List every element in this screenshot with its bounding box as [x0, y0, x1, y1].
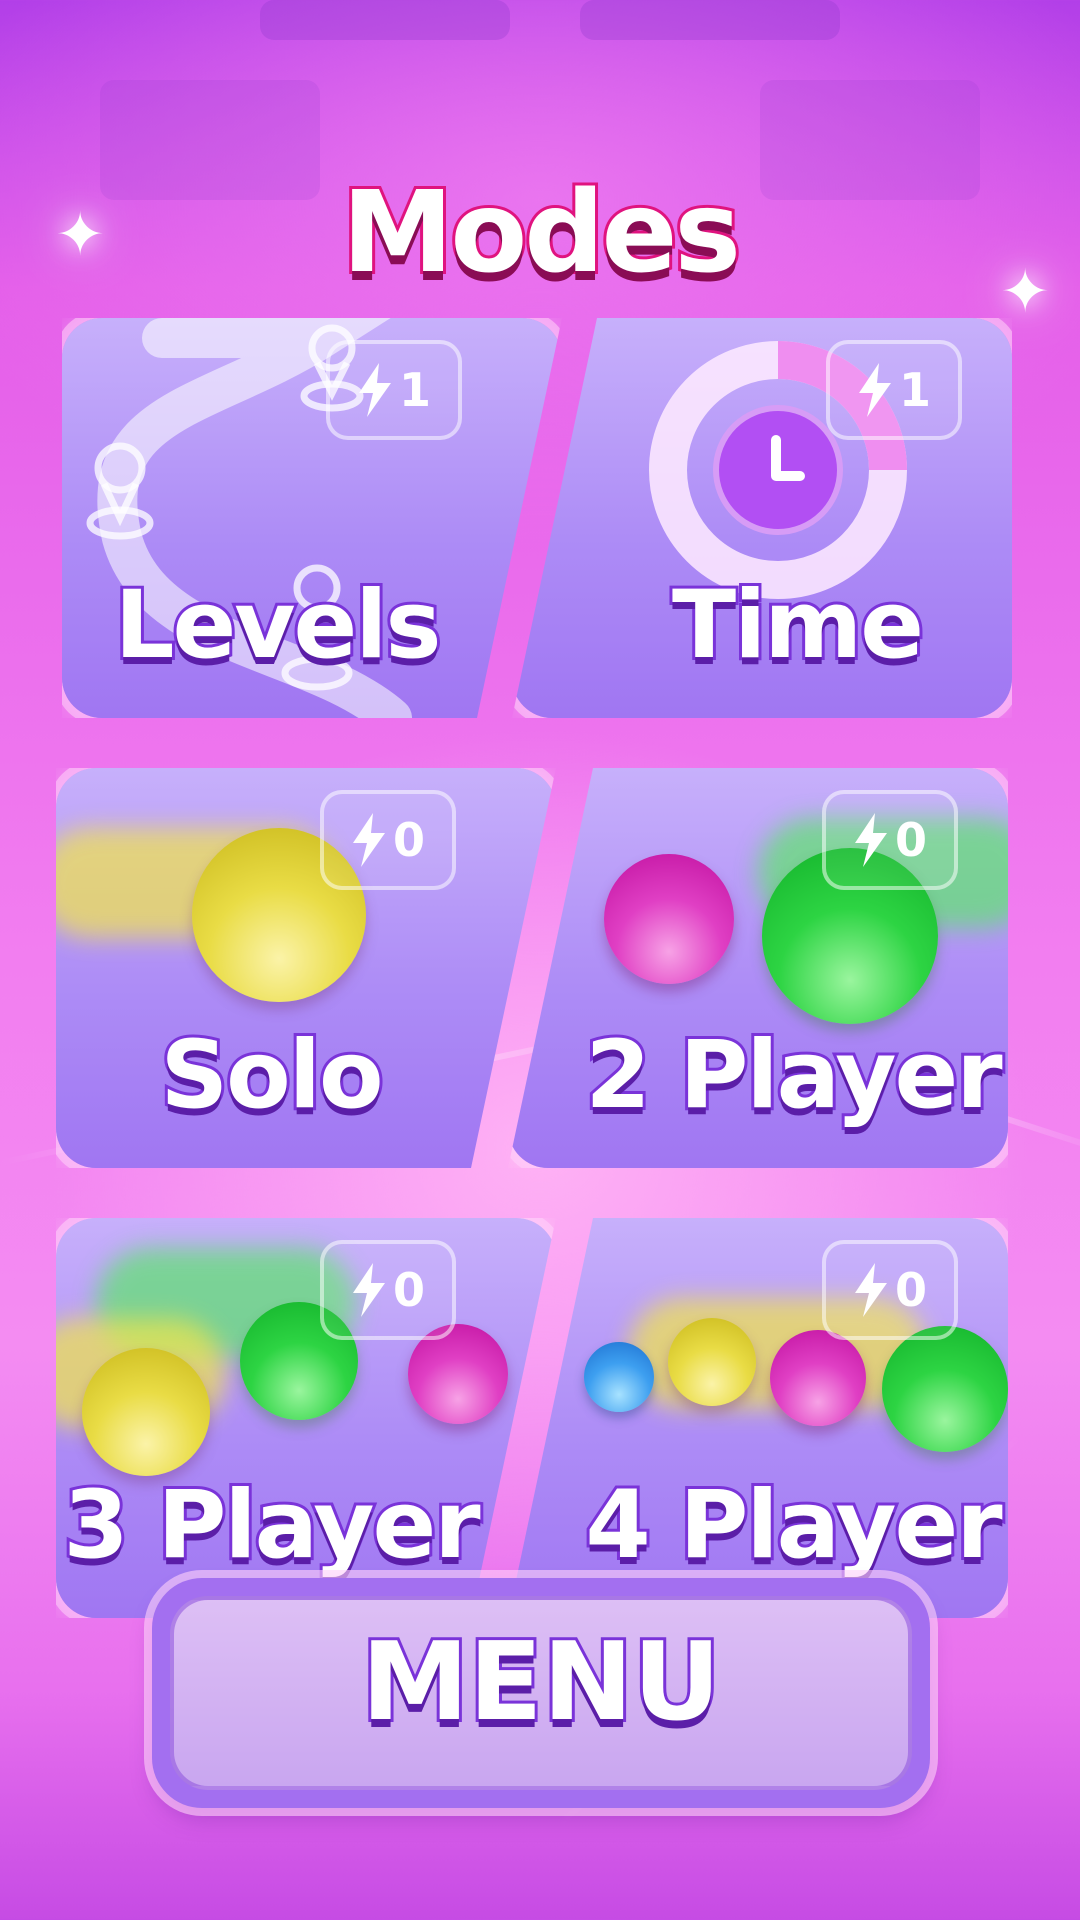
bolt-icon [358, 363, 391, 417]
page-title: Modes [339, 165, 744, 301]
mode-label: 3 Player [60, 1468, 483, 1583]
energy-cost-value: 1 [898, 363, 931, 417]
pink-ball-icon [604, 854, 734, 984]
bolt-icon [854, 1263, 887, 1317]
menu-button[interactable]: MENU [152, 1578, 930, 1808]
mode-card-2-player[interactable]: 0 2 Player [508, 768, 1008, 1168]
pink-ball-icon [770, 1330, 866, 1426]
yellow-ball-icon [82, 1348, 210, 1476]
mode-label: 4 Player [582, 1468, 1005, 1583]
mode-card-solo[interactable]: 0 Solo [56, 768, 556, 1168]
mode-card-3-player[interactable]: 0 3 Player [56, 1218, 556, 1618]
energy-cost-badge: 1 [826, 340, 962, 440]
mode-label: Time [669, 568, 927, 683]
energy-cost-value: 0 [392, 813, 425, 867]
energy-cost-badge: 0 [822, 1240, 958, 1340]
menu-button-label: MENU [358, 1617, 723, 1748]
yellow-ball-icon [668, 1318, 756, 1406]
mode-card-4-player[interactable]: 0 4 Player [508, 1218, 1008, 1618]
mode-label: 2 Player [582, 1018, 1005, 1133]
energy-cost-value: 1 [398, 363, 431, 417]
bolt-icon [352, 1263, 385, 1317]
energy-cost-value: 0 [894, 1263, 927, 1317]
bg-tile [260, 0, 510, 40]
mode-label: Solo [157, 1018, 386, 1133]
energy-cost-value: 0 [894, 813, 927, 867]
bolt-icon [854, 813, 887, 867]
blue-ball-icon [584, 1342, 654, 1412]
energy-cost-badge: 1 [326, 340, 462, 440]
energy-cost-badge: 0 [320, 1240, 456, 1340]
energy-cost-value: 0 [392, 1263, 425, 1317]
energy-cost-badge: 0 [822, 790, 958, 890]
green-ball-icon [882, 1326, 1008, 1452]
bg-tile [580, 0, 840, 40]
mode-card-levels[interactable]: 1 Levels [62, 318, 562, 718]
bolt-icon [858, 363, 891, 417]
bolt-icon [352, 813, 385, 867]
energy-cost-badge: 0 [320, 790, 456, 890]
mode-card-time[interactable]: 1 Time [512, 318, 1012, 718]
mode-label: Levels [112, 568, 445, 683]
